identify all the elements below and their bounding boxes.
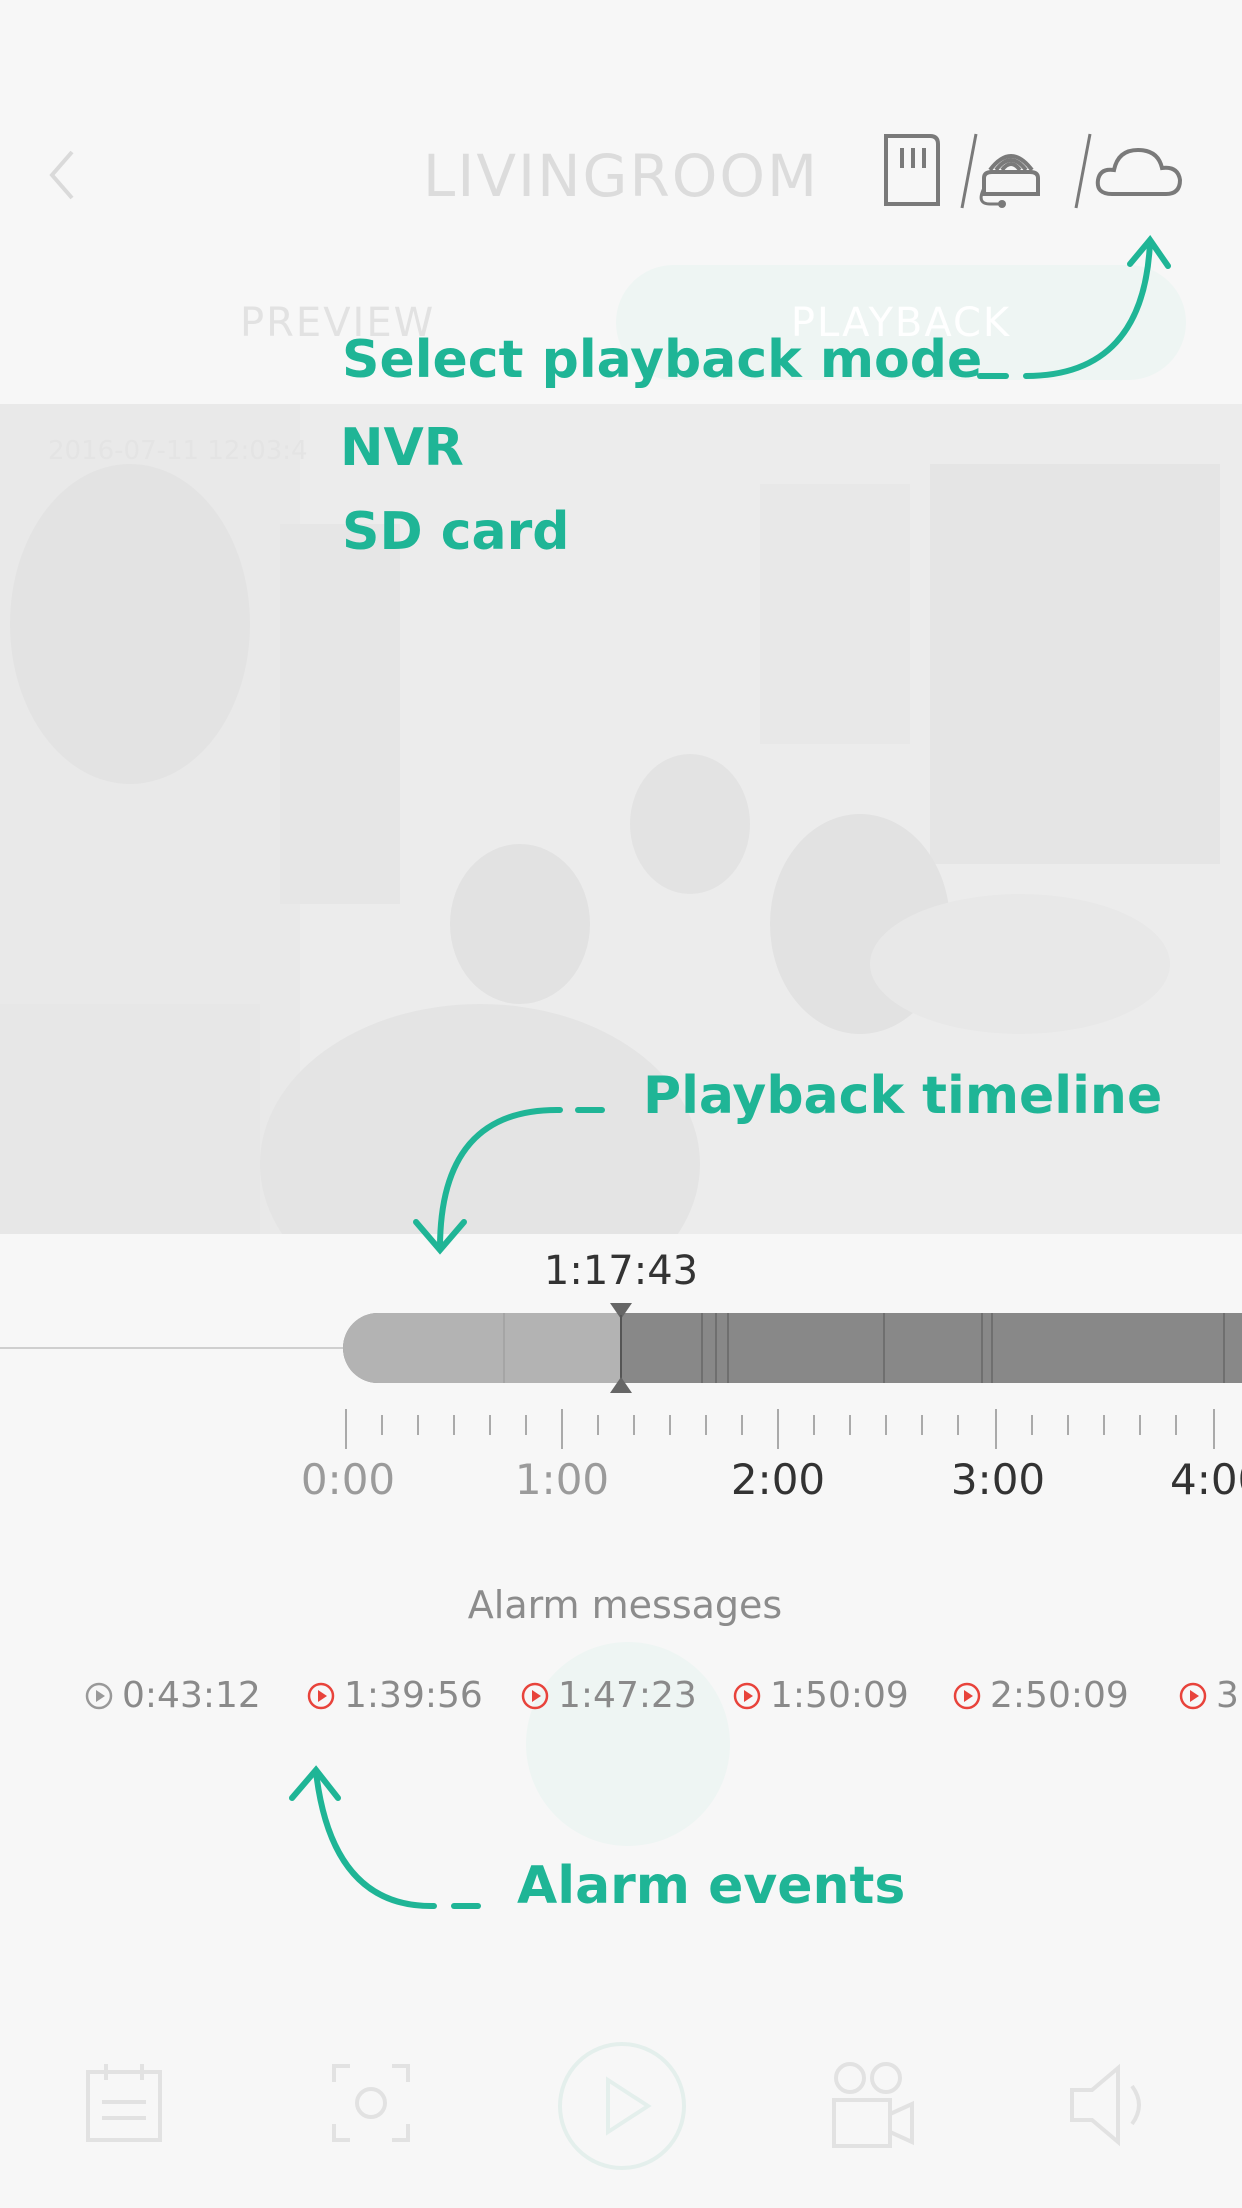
timeline-segment [1223, 1313, 1225, 1383]
screenshot-button[interactable] [328, 2060, 414, 2150]
play-circle-icon [521, 1682, 549, 1709]
play-circle-icon [1179, 1682, 1207, 1709]
play-circle-icon [733, 1682, 761, 1709]
timeline-segment [883, 1313, 885, 1383]
timeline-segment [701, 1313, 703, 1383]
tick-label: 0:00 [300, 1455, 396, 1504]
current-time-label: 1:17:43 [543, 1248, 699, 1294]
timeline-segment [715, 1313, 717, 1383]
annotation-alarm-events: Alarm events [517, 1856, 906, 1916]
timeline-segment [991, 1313, 993, 1383]
speaker-icon [1070, 2063, 1141, 2147]
video-timestamp: 2016-07-11 12:03:4 [48, 436, 308, 466]
tick-label: 4:00 [1170, 1455, 1242, 1504]
annotation-nvr: NVR [340, 418, 464, 478]
alarm-item[interactable]: 1:47:23 [520, 1675, 697, 1716]
alarm-messages-title: Alarm messages [467, 1583, 783, 1627]
tick-label: 3:00 [950, 1455, 1046, 1504]
annotation-sd-card: SD card [342, 502, 570, 562]
tick-label: 2:00 [730, 1455, 826, 1504]
sd-card-icon[interactable] [884, 134, 940, 206]
timeline-played [343, 1313, 621, 1383]
play-circle-icon [307, 1682, 335, 1709]
alarm-item[interactable]: 2:50:09 [952, 1675, 1129, 1716]
play-button[interactable] [556, 2040, 688, 2176]
annotation-playback-timeline: Playback timeline [643, 1066, 1163, 1126]
arrow-to-mode-icons [977, 235, 1171, 379]
play-circle-icon [85, 1682, 113, 1709]
alarm-item[interactable]: 3 [1178, 1675, 1239, 1716]
timeline-segment [727, 1313, 729, 1383]
nvr-icon[interactable] [979, 154, 1040, 208]
arrow-to-alarms [289, 1765, 481, 1910]
arrow-to-timeline [413, 1106, 605, 1255]
timeline-ruler [345, 1409, 1215, 1449]
tick-label: 1:00 [514, 1455, 610, 1504]
annotation-select-mode: Select playback mode [342, 330, 983, 390]
cloud-icon[interactable] [1095, 147, 1183, 196]
play-icon [558, 2042, 686, 2170]
screenshot-icon [332, 2064, 410, 2142]
timeline-segment [981, 1313, 983, 1383]
speaker-button[interactable] [1066, 2060, 1166, 2154]
alarm-item[interactable]: 1:39:56 [306, 1675, 483, 1716]
timeline-bar[interactable] [343, 1313, 1242, 1383]
calendar-icon [86, 2064, 162, 2142]
timeline-cursor-bottom[interactable] [610, 1377, 632, 1393]
alarm-item[interactable]: 0:43:12 [84, 1675, 261, 1716]
playback-mode-selector[interactable] [880, 128, 1200, 212]
touch-highlight [526, 1642, 730, 1846]
timeline-cursor[interactable] [620, 1315, 622, 1381]
record-icon [832, 2062, 914, 2148]
timeline-track-empty [0, 1347, 345, 1349]
timeline-segment [503, 1313, 505, 1383]
record-button[interactable] [828, 2060, 918, 2154]
play-circle-icon [953, 1682, 981, 1709]
calendar-button[interactable] [82, 2060, 168, 2150]
alarm-item[interactable]: 1:50:09 [732, 1675, 909, 1716]
